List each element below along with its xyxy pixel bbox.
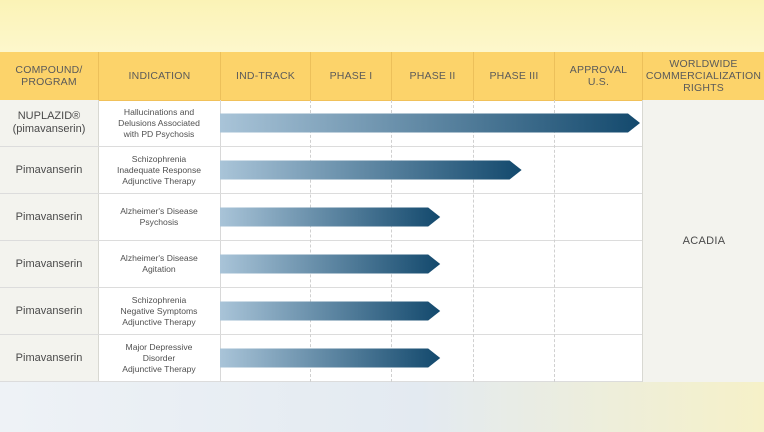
pipeline-chart: COMPOUND/ PROGRAM INDICATION IND-TRACK P… — [0, 52, 764, 382]
bottom-background-band — [0, 382, 764, 432]
progress-bar — [220, 301, 441, 321]
progress-bar — [220, 348, 441, 368]
progress-bar — [220, 207, 441, 227]
progress-bar — [220, 254, 441, 274]
progress-bars — [220, 113, 640, 368]
top-background-band — [0, 0, 764, 52]
progress-bar — [220, 113, 640, 133]
progress-bar — [220, 160, 522, 180]
